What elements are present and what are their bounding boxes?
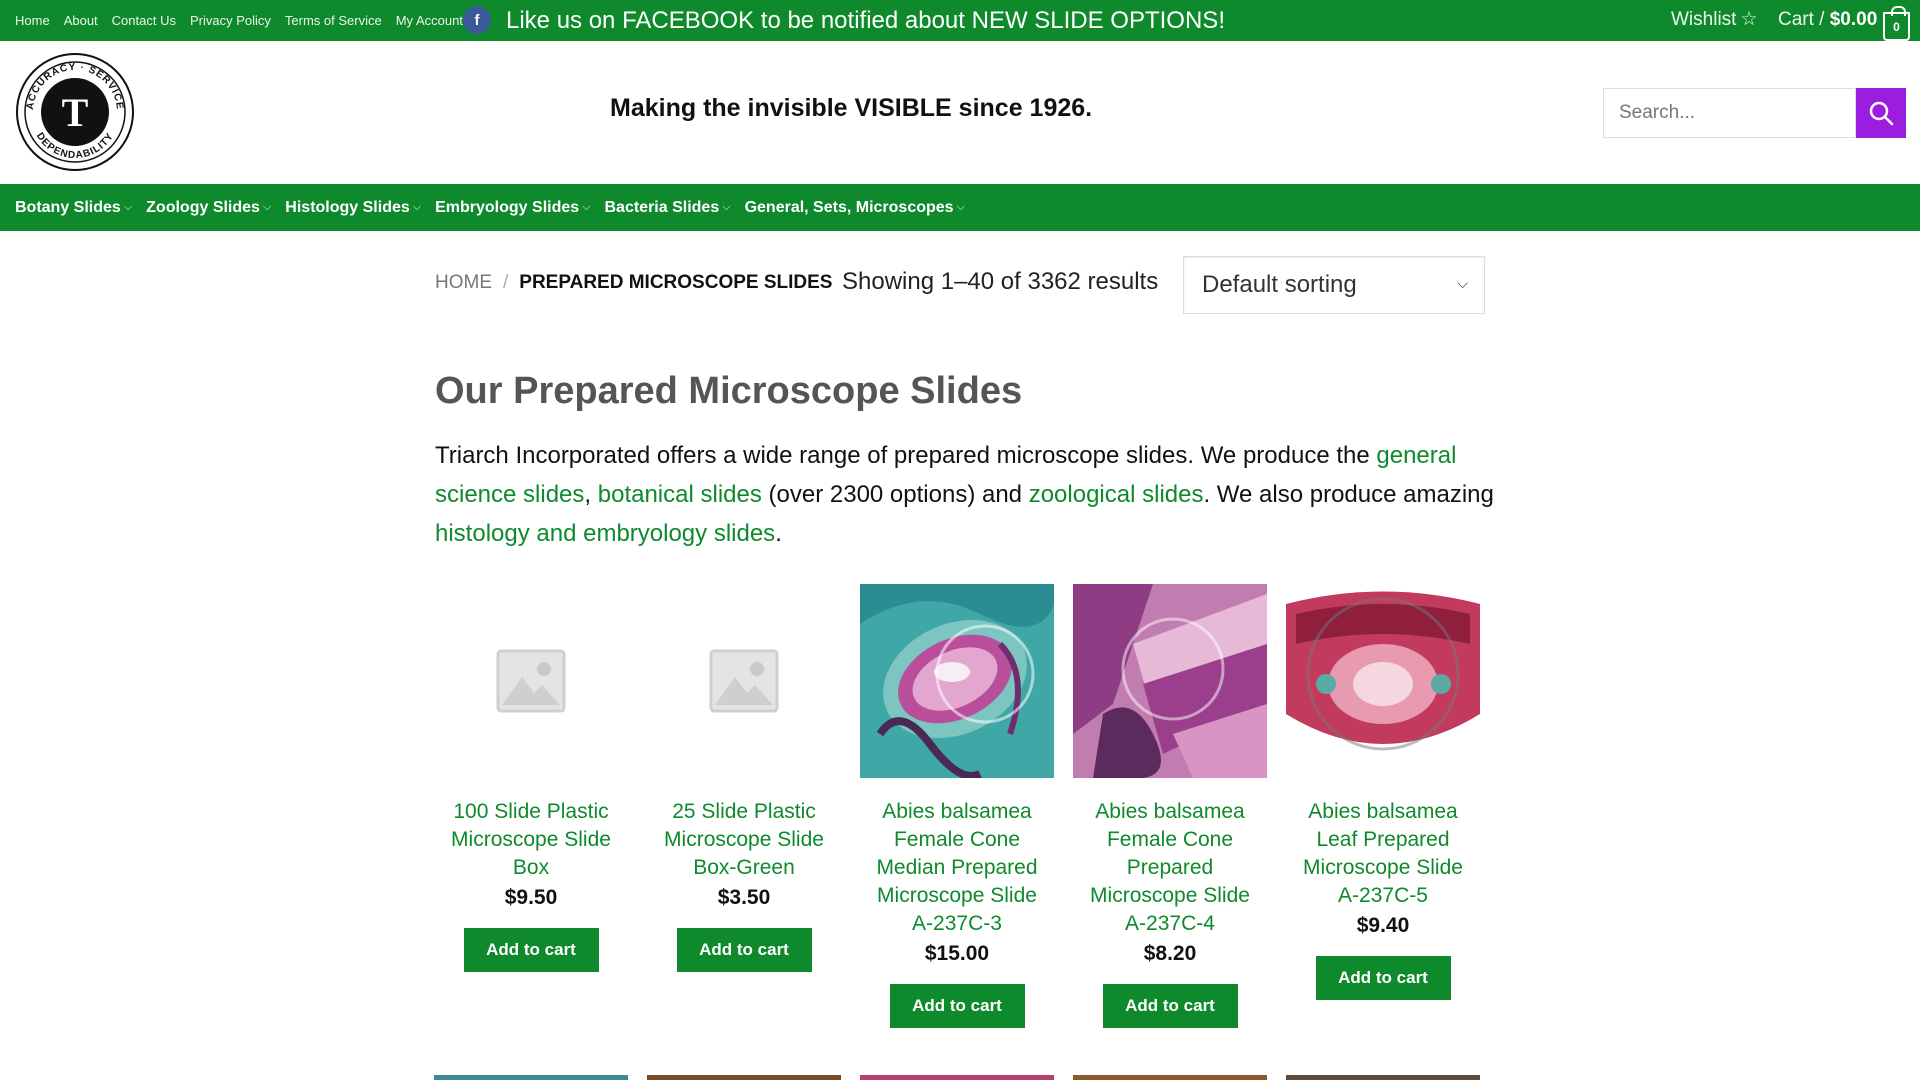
micrograph-image [1286,584,1480,778]
cart-count: 0 [1893,19,1900,34]
product-price: $8.20 [1143,942,1197,965]
nav-botany-slides[interactable]: Botany Slides ⌵ [15,199,132,217]
nav-embryology-slides[interactable]: Embryology Slides ⌵ [435,199,590,217]
results-count: Showing 1–40 of 3362 results [842,268,1159,295]
sort-select[interactable]: Default sorting ⌵ [1183,256,1485,314]
wishlist-label: Wishlist [1671,9,1737,30]
product-card: Abies balsamea Female Cone Prepared Micr… [1073,584,1267,1028]
top-link-home[interactable]: Home [15,13,50,28]
nav-bacteria-slides[interactable]: Bacteria Slides ⌵ [605,199,731,217]
product-image-micrograph[interactable] [860,1075,1054,1080]
breadcrumb-current: PREPARED MICROSCOPE SLIDES [519,272,833,293]
site-tagline: Making the invisible VISIBLE since 1926. [610,94,1093,122]
chevron-down-icon: ⌵ [582,201,591,213]
cart-bag-icon[interactable]: 0 [1883,6,1910,41]
image-placeholder-icon [709,649,779,713]
search-button[interactable] [1856,88,1906,138]
product-image-placeholder[interactable] [434,584,628,778]
intro-text: Triarch Incorporated offers a wide range… [435,442,1377,469]
chevron-down-icon: ⌵ [722,201,731,213]
intro-text: , [584,481,598,508]
facebook-icon[interactable]: f [463,6,491,34]
intro-text: . We also produce amazing [1203,481,1494,508]
search-input[interactable] [1603,88,1856,138]
add-to-cart-button[interactable]: Add to cart [1102,984,1238,1028]
intro-paragraph: Triarch Incorporated offers a wide range… [435,436,1495,553]
cart-label: Cart / [1778,9,1825,30]
micrograph-image [860,584,1054,778]
top-link-contact[interactable]: Contact Us [112,13,176,28]
top-link-my-account[interactable]: My Account [396,13,463,28]
product-image-micrograph[interactable] [860,584,1054,778]
top-link-privacy[interactable]: Privacy Policy [190,13,271,28]
search-icon [1869,101,1894,126]
product-image-micrograph[interactable] [1073,584,1267,778]
product-image-micrograph[interactable] [1286,1075,1480,1080]
link-histology-embryology-slides[interactable]: histology and embryology slides [435,520,775,547]
product-name[interactable]: Abies balsamea Female Cone Prepared Micr… [1073,798,1267,938]
product-image-micrograph[interactable] [647,1075,841,1080]
breadcrumb-separator: / [503,272,509,293]
facebook-promo-text: Like us on FACEBOOK to be notified about… [506,7,1225,34]
product-price: $9.40 [1356,914,1410,937]
nav-general-sets-microscopes[interactable]: General, Sets, Microscopes ⌵ [745,199,965,217]
chevron-down-icon: ⌵ [956,201,965,213]
add-to-cart-button[interactable]: Add to cart [1315,956,1451,1000]
product-card: Abies balsamea Female Cone Median Prepar… [860,584,1054,1028]
nav-label: Botany Slides [15,198,121,216]
wishlist-link[interactable]: Wishlist ☆ [1671,0,1758,41]
nav-label: Histology Slides [285,198,410,216]
link-botanical-slides[interactable]: botanical slides [598,481,762,508]
product-image-placeholder[interactable] [647,584,841,778]
product-image-micrograph[interactable] [1073,1075,1267,1080]
add-to-cart-button[interactable]: Add to cart [676,928,812,972]
top-link-terms[interactable]: Terms of Service [285,13,382,28]
product-name[interactable]: Abies balsamea Leaf Prepared Microscope … [1286,798,1480,910]
top-bar: Home About Contact Us Privacy Policy Ter… [0,0,1920,41]
image-placeholder-icon [496,649,566,713]
cart-total: $0.00 [1829,9,1878,30]
cart-link[interactable]: Cart / $0.00 [1778,0,1877,41]
breadcrumb: HOME / PREPARED MICROSCOPE SLIDES [435,272,832,294]
nav-zoology-slides[interactable]: Zoology Slides ⌵ [146,199,271,217]
top-link-about[interactable]: About [64,13,98,28]
nav-label: Embryology Slides [435,198,580,216]
product-name[interactable]: 100 Slide Plastic Microscope Slide Box [434,798,628,882]
sort-selected-value: Default sorting [1202,271,1357,298]
triarch-logo[interactable]: ACCURACY · SERVICE DEPENDABILITY T [15,52,135,172]
star-icon: ☆ [1740,9,1758,30]
product-price: $15.00 [924,942,990,965]
chevron-down-icon: ⌵ [123,201,133,213]
nav-label: General, Sets, Microscopes [744,198,954,216]
product-name[interactable]: 25 Slide Plastic Microscope Slide Box-Gr… [647,798,841,882]
page-title: Our Prepared Microscope Slides [435,370,1023,412]
chevron-down-icon: ⌵ [1457,275,1468,291]
link-zoological-slides[interactable]: zoological slides [1029,481,1204,508]
logo-letter: T [62,90,89,135]
product-image-micrograph[interactable] [434,1075,628,1080]
intro-text: . [775,520,782,547]
product-card: 100 Slide Plastic Microscope Slide Box $… [434,584,628,972]
nav-histology-slides[interactable]: Histology Slides ⌵ [285,199,421,217]
product-image-micrograph[interactable] [1286,584,1480,778]
product-price: $9.50 [504,886,558,909]
chevron-down-icon: ⌵ [412,201,422,213]
product-card: Abies balsamea Leaf Prepared Microscope … [1286,584,1480,1000]
nav-label: Bacteria Slides [604,198,720,216]
intro-text: (over 2300 options) and [761,481,1029,508]
top-nav: Home About Contact Us Privacy Policy Ter… [15,0,477,41]
breadcrumb-home[interactable]: HOME [435,272,492,293]
add-to-cart-button[interactable]: Add to cart [463,928,599,972]
micrograph-image [1073,584,1267,778]
product-name[interactable]: Abies balsamea Female Cone Median Prepar… [860,798,1054,938]
add-to-cart-button[interactable]: Add to cart [889,984,1025,1028]
product-card: 25 Slide Plastic Microscope Slide Box-Gr… [647,584,841,972]
nav-label: Zoology Slides [146,198,260,216]
main-nav: Botany Slides ⌵ Zoology Slides ⌵ Histology… [0,184,1920,231]
chevron-down-icon: ⌵ [262,201,272,213]
product-price: $3.50 [717,886,771,909]
